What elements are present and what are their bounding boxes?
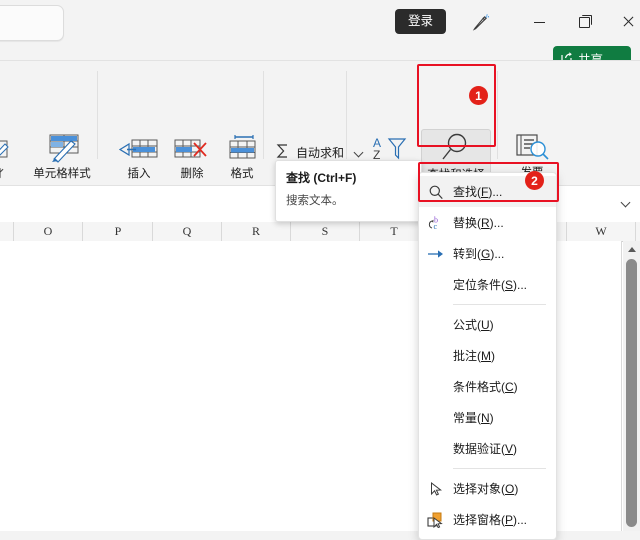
- menu-item-goto[interactable]: 转到(G)...: [419, 238, 556, 269]
- cursor-arrow-icon: [419, 481, 453, 497]
- replace-icon: bc: [419, 215, 453, 231]
- ribbon-button-insert-label: 插入: [127, 168, 151, 180]
- magnifier-icon: [419, 184, 453, 200]
- invoice-verify-icon: [504, 129, 560, 163]
- ribbon-partial-label-bottom: 式: [0, 161, 3, 177]
- menu-item-selection-pane[interactable]: 选择窗格(P)...: [419, 504, 556, 535]
- arrow-right-icon: [419, 246, 453, 262]
- selection-pane-icon: [419, 512, 453, 528]
- step-badge-1: 1: [469, 86, 488, 105]
- ribbon-button-partial-left[interactable]: 用: [0, 129, 20, 181]
- column-header-p[interactable]: P: [84, 222, 153, 241]
- formula-bar-expand-chevron-down-icon[interactable]: [622, 198, 630, 206]
- find-select-dropdown-menu: 查找(F)... b c 替换(R)... 转到(G)... 定位条件(S)... 公式(U…: [418, 172, 557, 540]
- menu-item-comments-label: 批注(M): [453, 349, 495, 363]
- menu-item-goto-label: 转到(G)...: [453, 247, 505, 261]
- column-header-r[interactable]: R: [222, 222, 291, 241]
- ribbon-button-cell-styles-label: 单元格样式: [33, 168, 91, 180]
- title-bar: 登录: [0, 0, 640, 44]
- step-badge-2: 2: [525, 171, 544, 190]
- menu-item-conditional-format[interactable]: 条件格式(C): [419, 371, 556, 402]
- excel-window: 登录 共享: [0, 0, 640, 540]
- magnifier-icon: [422, 130, 490, 164]
- sigma-icon: [275, 143, 291, 162]
- svg-text:c: c: [434, 222, 438, 231]
- menu-item-goto-special-label: 定位条件(S)...: [453, 278, 528, 292]
- tooltip-description: 搜索文本。: [286, 195, 344, 207]
- ribbon-button-format-label: 格式: [230, 168, 254, 180]
- scroll-up-arrow-icon[interactable]: [623, 241, 640, 258]
- menu-item-formulas[interactable]: 公式(U): [419, 309, 556, 340]
- autosum-label: 自动求和: [296, 145, 345, 160]
- scrollbar-thumb[interactable]: [626, 259, 637, 527]
- sign-in-button[interactable]: 登录: [395, 9, 447, 34]
- menu-separator: [453, 304, 546, 305]
- window-title-stub[interactable]: [0, 5, 64, 41]
- cell-styles-icon: [33, 129, 91, 163]
- column-header-s[interactable]: S: [291, 222, 360, 241]
- insert-cells-icon: [110, 129, 168, 163]
- menu-item-goto-special[interactable]: 定位条件(S)...: [419, 269, 556, 300]
- menu-item-data-validation[interactable]: 数据验证(V): [419, 433, 556, 464]
- menu-item-constants-label: 常量(N): [453, 411, 494, 425]
- restore-icon[interactable]: [570, 8, 598, 36]
- grid-corner[interactable]: [0, 222, 14, 241]
- minimize-icon[interactable]: [525, 8, 553, 36]
- find-tooltip: 查找 (Ctrl+F) 搜索文本。: [275, 160, 422, 222]
- column-header-o[interactable]: O: [14, 222, 83, 241]
- sort-filter-icon: A Z: [352, 129, 422, 163]
- menu-item-formulas-label: 公式(U): [453, 318, 494, 332]
- menu-separator: [453, 468, 546, 469]
- menu-item-selection-pane-label: 选择窗格(P)...: [453, 513, 528, 527]
- menu-item-replace[interactable]: b c 替换(R)...: [419, 207, 556, 238]
- menu-item-replace-label: 替换(R)...: [453, 216, 504, 230]
- close-icon[interactable]: [614, 8, 640, 36]
- vertical-scrollbar[interactable]: [623, 241, 640, 531]
- column-header-w[interactable]: W: [567, 222, 636, 241]
- menu-item-select-objects[interactable]: 选择对象(O): [419, 473, 556, 504]
- cell-format-icon: [0, 140, 9, 158]
- menu-item-constants[interactable]: 常量(N): [419, 402, 556, 433]
- tooltip-title: 查找 (Ctrl+F): [286, 171, 357, 185]
- column-header-q[interactable]: Q: [153, 222, 222, 241]
- menu-item-select-objects-label: 选择对象(O): [453, 482, 519, 496]
- menu-item-comments[interactable]: 批注(M): [419, 340, 556, 371]
- menu-item-data-validation-label: 数据验证(V): [453, 442, 518, 456]
- pen-icon[interactable]: [466, 8, 494, 36]
- menu-item-conditional-format-label: 条件格式(C): [453, 380, 518, 394]
- partial-chevron-down-icon[interactable]: [0, 165, 3, 173]
- menu-item-find-label: 查找(F)...: [453, 185, 503, 199]
